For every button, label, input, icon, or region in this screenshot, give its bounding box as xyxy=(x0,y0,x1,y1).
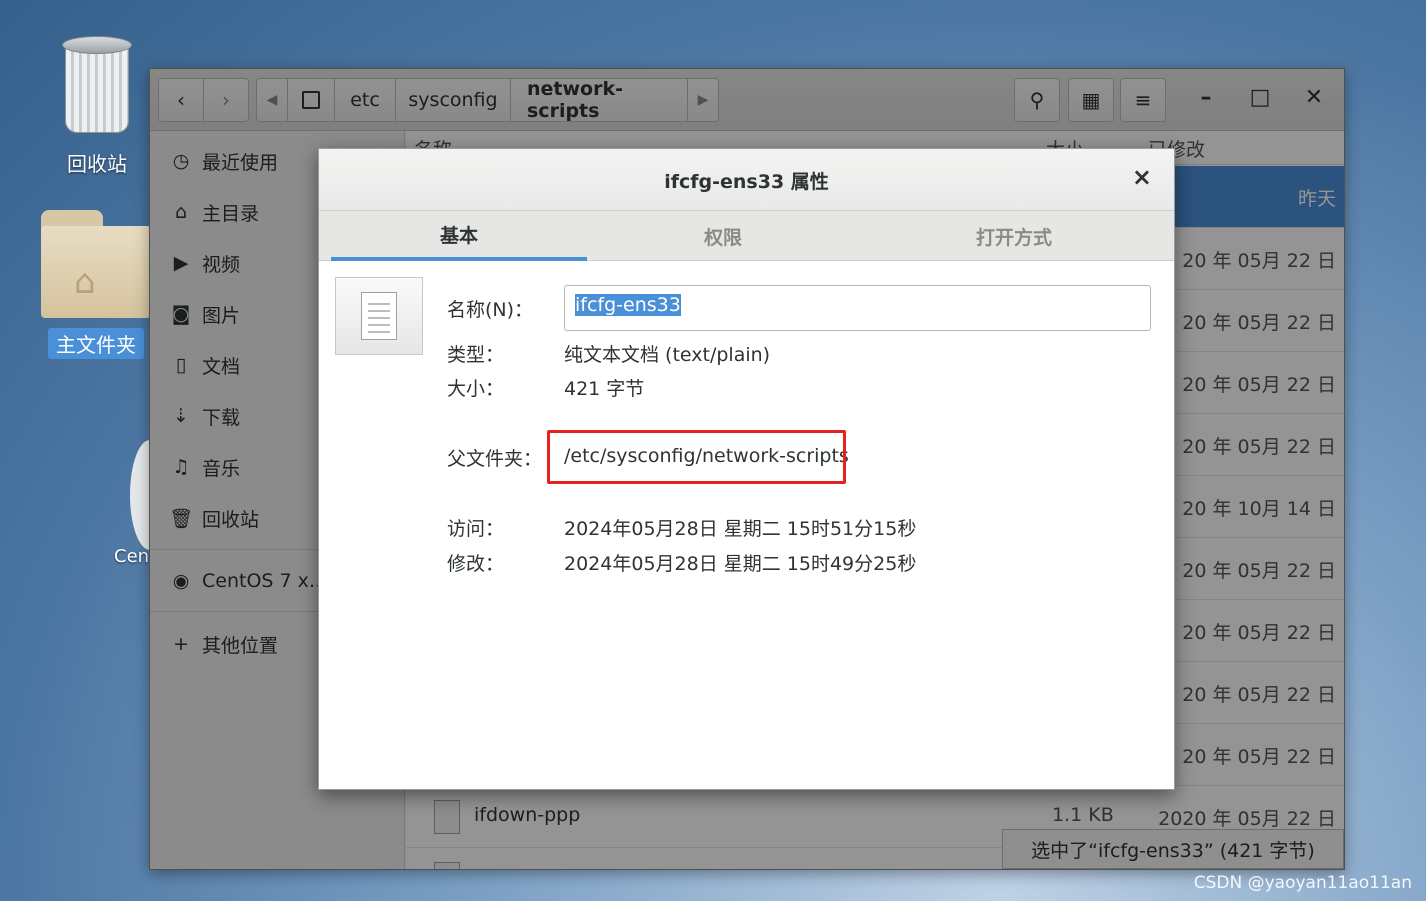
modified-value: 2024年05月28日 星期二 15时49分25秒 xyxy=(564,553,917,575)
accessed-label: 访问： xyxy=(447,518,505,540)
trash-icon xyxy=(58,36,136,134)
tab-permissions[interactable]: 权限 xyxy=(587,211,859,261)
desktop-trash-label: 回收站 xyxy=(67,152,127,176)
name-field[interactable]: ifcfg-ens33 xyxy=(564,285,1151,331)
desktop-home-folder[interactable]: ⌂ 主文件夹 xyxy=(40,210,152,359)
parent-folder-label: 父文件夹： xyxy=(447,448,543,470)
type-label: 类型： xyxy=(447,344,505,366)
desktop-home-label: 主文件夹 xyxy=(48,328,144,359)
watermark: CSDN @yaoyan11ao11an xyxy=(1193,873,1412,893)
close-icon: × xyxy=(1131,163,1152,191)
folder-icon: ⌂ xyxy=(41,210,151,318)
tab-open-with[interactable]: 打开方式 xyxy=(859,211,1169,261)
name-field-value: ifcfg-ens33 xyxy=(575,294,681,316)
text-file-icon[interactable] xyxy=(335,277,423,355)
size-value: 421 字节 xyxy=(564,378,645,400)
highlight-box xyxy=(547,430,846,484)
modified-label: 修改： xyxy=(447,553,505,575)
type-value: 纯文本文档 (text/plain) xyxy=(564,344,771,366)
dialog-title: ifcfg-ens33 属性 xyxy=(664,171,829,193)
name-label: 名称(N)： xyxy=(447,299,534,321)
tab-basic[interactable]: 基本 xyxy=(331,211,587,261)
desktop-centos-label: Cen xyxy=(114,546,150,567)
desktop-trash[interactable]: 回收站 xyxy=(52,36,142,177)
dialog-close-button[interactable]: × xyxy=(1132,163,1152,191)
dialog-titlebar: ifcfg-ens33 属性 × xyxy=(319,149,1174,211)
size-label: 大小： xyxy=(447,378,505,400)
accessed-value: 2024年05月28日 星期二 15时51分15秒 xyxy=(564,518,917,540)
properties-dialog: ifcfg-ens33 属性 × 基本 权限 打开方式 名称(N)： ifcfg… xyxy=(318,148,1175,790)
dialog-tabs: 基本 权限 打开方式 xyxy=(319,211,1174,261)
